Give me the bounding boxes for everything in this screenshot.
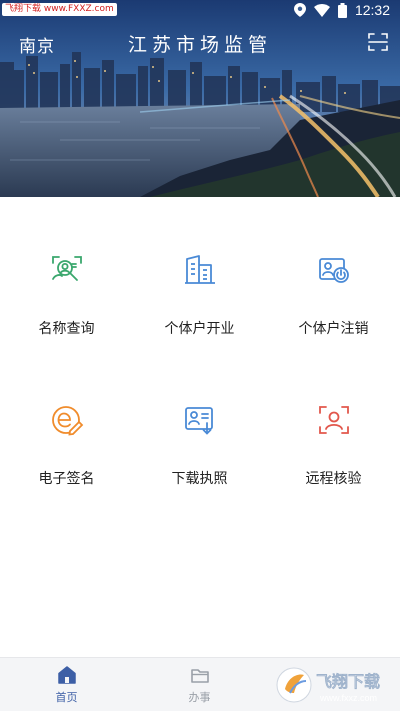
building-icon — [184, 255, 215, 284]
download-license-icon — [184, 407, 213, 435]
service-open-business[interactable]: 个体户开业 — [133, 197, 266, 336]
service-name-search[interactable]: 名称查询 — [0, 197, 133, 336]
svg-text:www.fxxz.com: www.fxxz.com — [319, 693, 377, 703]
folder-icon — [190, 669, 209, 683]
cancel-id-icon — [318, 258, 349, 283]
service-label: 下载执照 — [171, 470, 228, 486]
service-grid: 名称查询 个体户开业 个体户注销 电子签名 下载执照 远程核验 — [0, 197, 400, 497]
tab-home[interactable]: 首页 — [0, 658, 133, 711]
status-bar: 飞翔下载 www.FXXZ.com 12:32 — [0, 0, 400, 24]
battery-icon — [337, 2, 347, 18]
service-download-license[interactable]: 下载执照 — [133, 347, 266, 486]
tab-label: 首页 — [55, 692, 78, 704]
face-verify-icon — [318, 406, 349, 434]
service-label: 远程核验 — [305, 470, 362, 486]
service-label: 个体户注销 — [298, 320, 369, 336]
tab-label: 办事 — [188, 692, 211, 704]
e-sign-icon — [51, 406, 83, 436]
scan-icon[interactable] — [368, 32, 388, 52]
watermark-badge: 飞翔下载 www.FXXZ.com — [2, 3, 117, 16]
tab-services[interactable]: 办事 — [133, 658, 266, 711]
svg-text:飞翔下载: 飞翔下载 — [316, 672, 380, 691]
service-remote-verify[interactable]: 远程核验 — [267, 347, 400, 486]
name-search-icon — [51, 256, 82, 281]
service-label: 电子签名 — [38, 470, 95, 486]
service-close-business[interactable]: 个体户注销 — [267, 197, 400, 336]
location-icon — [293, 3, 306, 17]
service-label: 个体户开业 — [164, 320, 235, 336]
page-title: 江苏市场监管 — [127, 35, 272, 56]
home-icon — [57, 666, 76, 684]
service-e-signature[interactable]: 电子签名 — [0, 347, 133, 486]
wifi-icon — [313, 3, 330, 17]
watermark-logo: 飞翔下载 www.fxxz.com — [276, 667, 380, 703]
status-icons: 12:32 — [293, 2, 390, 18]
service-label: 名称查询 — [38, 320, 95, 336]
clock: 12:32 — [354, 2, 390, 18]
app-header: 南京 江苏市场监管 — [0, 28, 400, 58]
